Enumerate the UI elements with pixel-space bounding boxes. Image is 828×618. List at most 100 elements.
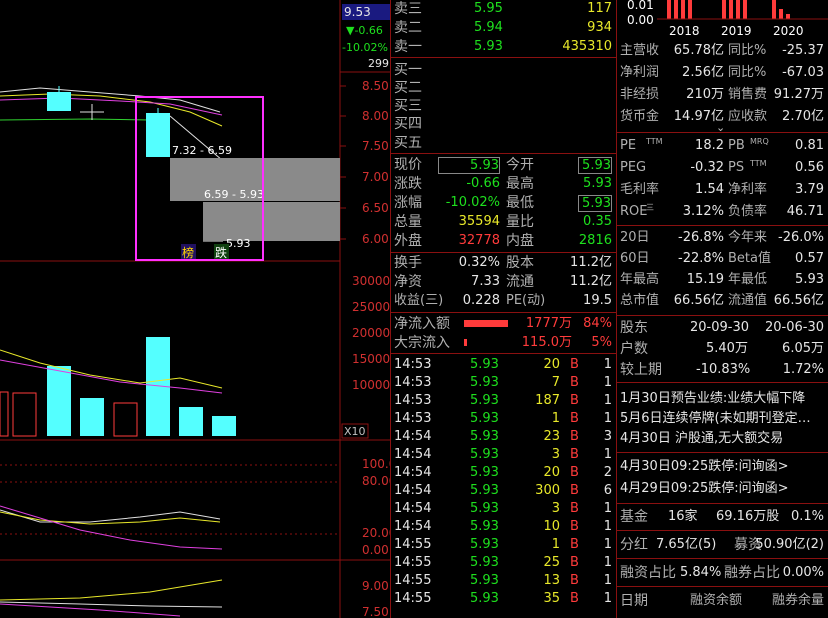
kline-chart[interactable]: 8.50 8.00 7.50 7.00 6.50 6.00 7.32 - 6.5… — [0, 0, 390, 618]
metric-label: 流通值 — [728, 293, 768, 308]
val-row[interactable]: ROE 三 3.12% 负债率 46.71 — [620, 203, 826, 221]
stats-label: 换手 — [394, 255, 422, 271]
tick-v: 7 — [551, 375, 560, 390]
tick-s: B — [570, 519, 579, 534]
tick-t: 14:54 — [394, 447, 432, 462]
buy-label[interactable]: 买二 — [394, 79, 422, 97]
dividend-row[interactable]: 分红 7.65亿(5) 募资 50.90亿(2) — [620, 536, 826, 554]
sell-label: 卖一 — [394, 39, 422, 55]
quote-label: 内盘 — [506, 233, 534, 249]
flow-row[interactable]: 大宗流入 115.0万 5% — [394, 334, 614, 352]
buy-label[interactable]: 买三 — [394, 97, 422, 115]
tick-t: 14:53 — [394, 411, 432, 426]
tick-p: 5.93 — [470, 393, 499, 408]
tick-n: 1 — [603, 357, 612, 372]
tick-row[interactable]: 14:55 5.93 35 B 1 — [394, 590, 614, 608]
margin-row[interactable]: 融资占比 5.84% 融券占比 0.00% — [620, 564, 826, 582]
perf-row[interactable]: 20日 -26.8% 今年来 -26.0% — [620, 229, 826, 247]
price-tick: 7.00 — [362, 170, 389, 184]
tick-row[interactable]: 14:55 5.93 1 B 1 — [394, 536, 614, 554]
metric-value: -67.03 — [782, 65, 824, 80]
perf-row[interactable]: 总市值 66.56亿 流通值 66.56亿 — [620, 292, 826, 310]
list-badge[interactable]: 榜 — [182, 245, 194, 260]
fund-row[interactable]: 非经损 210万 销售费 91.27万 — [620, 86, 826, 104]
metric-value: 18.2 — [695, 138, 724, 153]
tick-p: 5.93 — [470, 429, 499, 444]
flow-bar — [464, 320, 508, 327]
sell-price: 5.93 — [474, 39, 503, 54]
ind-tick: 7.50 — [362, 605, 389, 618]
sell-row-2[interactable]: 卖二 5.94 934 — [394, 19, 614, 37]
val-row[interactable]: PEG -0.32 PS TTM 0.56 — [620, 159, 826, 177]
val-row[interactable]: PE TTM 18.2 PB MRQ 0.81 — [620, 137, 826, 155]
metric-suffix: TTM — [750, 159, 767, 168]
tick-row[interactable]: 14:53 5.93 1 B 1 — [394, 410, 614, 428]
tick-p: 5.93 — [470, 573, 499, 588]
fund-row[interactable]: 基金 16家 69.16万股 0.1% — [620, 508, 826, 526]
quote-value: 5.93 — [578, 195, 612, 212]
tick-row[interactable]: 14:54 5.93 23 B 3 — [394, 428, 614, 446]
tick-n: 1 — [603, 393, 612, 408]
tick-p: 5.93 — [470, 447, 499, 462]
tick-t: 14:53 — [394, 375, 432, 390]
tick-n: 2 — [603, 465, 612, 480]
flow-bar — [464, 339, 467, 346]
tick-p: 5.93 — [470, 519, 499, 534]
metric-label: 年最高 — [620, 272, 660, 287]
tick-t: 14:54 — [394, 483, 432, 498]
tick-row[interactable]: 14:54 5.93 3 B 1 — [394, 500, 614, 518]
news-item[interactable]: 1月30日预告业绩:业绩大幅下降 — [620, 390, 805, 408]
buy-label[interactable]: 买一 — [394, 61, 422, 79]
tick-row[interactable]: 14:54 5.93 20 B 2 — [394, 464, 614, 482]
limit-down-badge[interactable]: 跌 — [215, 245, 227, 260]
tick-s: B — [570, 447, 579, 462]
buy-label[interactable]: 买四 — [394, 115, 422, 133]
news-item[interactable]: 4月30日 沪股通,无大额交易 — [620, 430, 783, 448]
news-item[interactable]: 5月6日连续停牌(未如期刊登定… — [620, 410, 811, 428]
tick-t: 14:55 — [394, 537, 432, 552]
val-row[interactable]: 毛利率 1.54 净利率 3.79 — [620, 181, 826, 199]
tick-row[interactable]: 14:55 5.93 25 B 1 — [394, 554, 614, 572]
metric-value: -22.8% — [678, 251, 724, 266]
div-value: 7.65亿(5) — [656, 537, 717, 552]
stats-value: 11.2亿 — [570, 274, 612, 289]
metric-value: -26.0% — [778, 230, 824, 245]
stats-label: 流通 — [506, 274, 534, 290]
tick-t: 14:54 — [394, 465, 432, 480]
current-price: 9.53 — [344, 5, 371, 19]
quote-row: 现价 5.93 今开 5.93 — [394, 156, 614, 174]
tick-s: B — [570, 501, 579, 516]
fund-row[interactable]: 净利润 2.56亿 同比% -67.03 — [620, 64, 826, 82]
tick-v: 35 — [543, 591, 560, 606]
flow-value: 115.0万 — [521, 335, 572, 350]
tick-n: 3 — [603, 429, 612, 444]
tick-row[interactable]: 14:53 5.93 7 B 1 — [394, 374, 614, 392]
ind-tick: 0.00 — [362, 543, 389, 557]
tick-row[interactable]: 14:54 5.93 3 B 1 — [394, 446, 614, 464]
alert-item[interactable]: 4月29日09:25跌停:问询函> — [620, 480, 789, 498]
tick-p: 5.93 — [470, 537, 499, 552]
tick-row[interactable]: 14:54 5.93 10 B 1 — [394, 518, 614, 536]
buy-label[interactable]: 买五 — [394, 134, 422, 152]
perf-row[interactable]: 60日 -22.8% Beta值 0.57 — [620, 250, 826, 268]
tick-row[interactable]: 14:55 5.93 13 B 1 — [394, 572, 614, 590]
fund-row[interactable]: 主营收 65.78亿 同比% -25.37 — [620, 42, 826, 60]
tick-row[interactable]: 14:54 5.93 300 B 6 — [394, 482, 614, 500]
indicator1-axis: 100.00 80.00 20.00 0.00 — [362, 457, 390, 557]
tick-p: 5.93 — [470, 501, 499, 516]
alert-item[interactable]: 4月30日09:25跌停:问询函> — [620, 458, 789, 476]
tick-n: 6 — [603, 483, 612, 498]
metric-label: 主营收 — [620, 43, 660, 58]
tick-t: 14:54 — [394, 519, 432, 534]
quote-value: 5.93 — [578, 157, 612, 174]
tick-row[interactable]: 14:53 5.93 187 B 1 — [394, 392, 614, 410]
margin-value: 5.84% — [680, 565, 722, 580]
quote-label: 现价 — [394, 157, 422, 173]
perf-row[interactable]: 年最高 15.19 年最低 5.93 — [620, 271, 826, 289]
metric-label: Beta值 — [728, 251, 771, 266]
vol-unit: X10 — [344, 425, 366, 438]
sell-row-1[interactable]: 卖一 5.93 435310 — [394, 38, 614, 56]
flow-row[interactable]: 净流入额 1777万 84% — [394, 315, 614, 333]
sell-row-3[interactable]: 卖三 5.95 117 — [394, 0, 614, 18]
tick-row[interactable]: 14:53 5.93 20 B 1 — [394, 356, 614, 374]
